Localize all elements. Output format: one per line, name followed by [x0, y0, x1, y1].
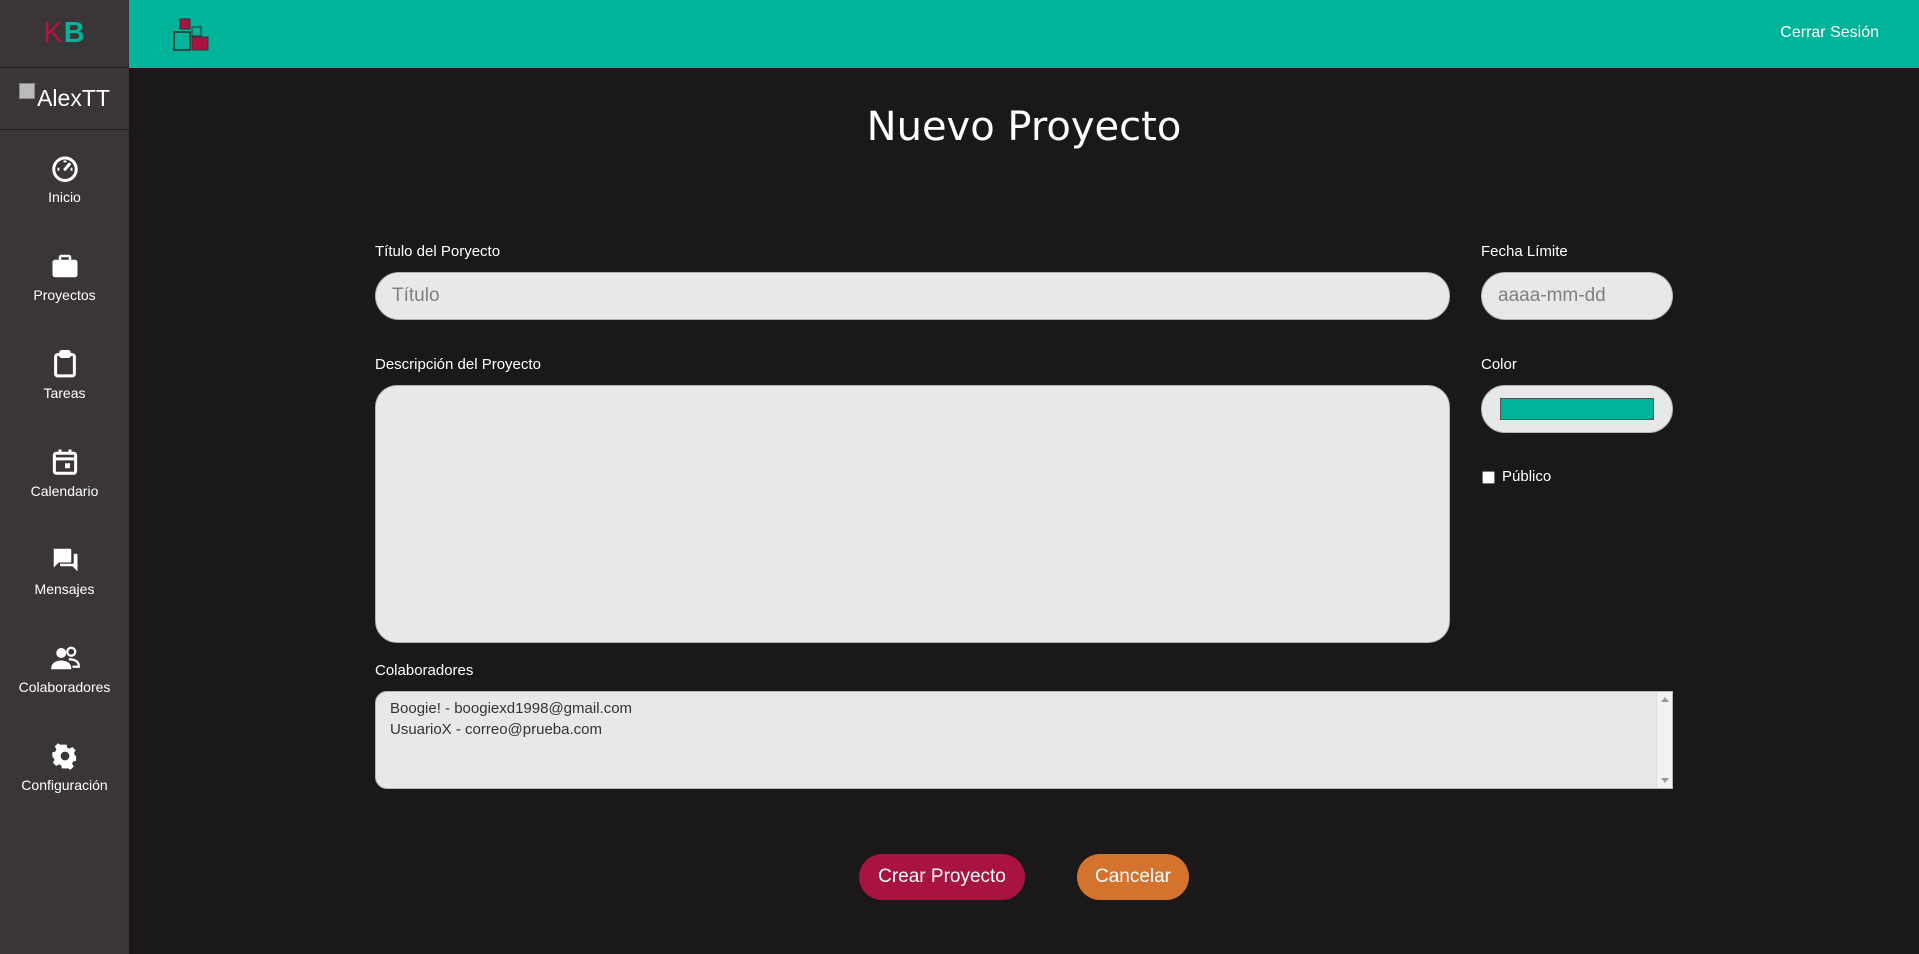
speedometer-icon [51, 156, 78, 182]
sidebar: KB AlexTT Inicio Proyectos Tareas Calend… [0, 0, 129, 954]
avatar-alt-text: AlexTT [37, 85, 110, 111]
gear-icon [51, 743, 76, 770]
deadline-label: Fecha Límite [1481, 243, 1568, 260]
color-label: Color [1481, 356, 1517, 373]
deadline-input[interactable] [1481, 272, 1673, 320]
scroll-down-icon[interactable] [1661, 778, 1669, 783]
sidebar-item-tareas[interactable]: Tareas [0, 326, 129, 424]
description-label: Descripción del Proyecto [375, 356, 541, 373]
sidebar-item-label: Proyectos [33, 287, 96, 303]
sidebar-item-label: Inicio [48, 189, 81, 205]
project-title-input[interactable] [375, 272, 1450, 320]
description-textarea[interactable] [375, 385, 1450, 643]
app-logo-icon[interactable] [173, 18, 209, 52]
top-bar: Cerrar Sesión [129, 0, 1919, 68]
color-swatch [1500, 398, 1654, 420]
sidebar-item-inicio[interactable]: Inicio [0, 130, 129, 228]
chat-bubbles-icon [53, 548, 77, 572]
calendar-icon [52, 449, 77, 475]
broken-image-icon [19, 82, 36, 99]
logout-link[interactable]: Cerrar Sesión [1780, 24, 1879, 42]
clipboard-icon [53, 350, 76, 378]
sidebar-item-label: Tareas [43, 385, 86, 401]
sidebar-item-mensajes[interactable]: Mensajes [0, 522, 129, 620]
collaborator-option[interactable]: Boogie! - boogiexd1998@gmail.com [376, 698, 1672, 719]
cancel-button[interactable]: Cancelar [1077, 854, 1189, 900]
avatar[interactable]: AlexTT [0, 68, 129, 130]
sidebar-item-label: Mensajes [34, 581, 95, 597]
sidebar-item-proyectos[interactable]: Proyectos [0, 228, 129, 326]
collaborator-option[interactable]: UsuarioX - correo@prueba.com [376, 719, 1672, 740]
sidebar-item-label: Calendario [30, 483, 99, 499]
page-title: Nuevo Proyecto [866, 104, 1182, 150]
project-title-label: Título del Poryecto [375, 243, 501, 260]
sidebar-item-colaboradores[interactable]: Colaboradores [0, 620, 129, 718]
public-checkbox[interactable] [1482, 471, 1495, 484]
brand-letter-b: B [63, 17, 86, 49]
collaborators-scrollbar[interactable] [1656, 692, 1672, 788]
users-icon [50, 646, 80, 670]
create-project-button[interactable]: Crear Proyecto [859, 854, 1025, 900]
color-picker[interactable] [1481, 385, 1673, 433]
public-label[interactable]: Público [1502, 468, 1551, 485]
sidebar-item-calendario[interactable]: Calendario [0, 424, 129, 522]
brand-letter-k: K [43, 17, 64, 49]
main-content: Nuevo Proyecto Título del Poryecto Fecha… [129, 68, 1919, 954]
brand-logo[interactable]: KB [0, 0, 129, 68]
sidebar-item-label: Colaboradores [18, 679, 111, 695]
scroll-up-icon[interactable] [1661, 697, 1669, 702]
briefcase-icon [52, 254, 77, 278]
sidebar-item-label: Configuración [21, 777, 108, 793]
collaborators-label: Colaboradores [375, 662, 474, 679]
sidebar-item-configuracion[interactable]: Configuración [0, 718, 129, 816]
collaborators-select[interactable]: Boogie! - boogiexd1998@gmail.com Usuario… [375, 691, 1673, 789]
